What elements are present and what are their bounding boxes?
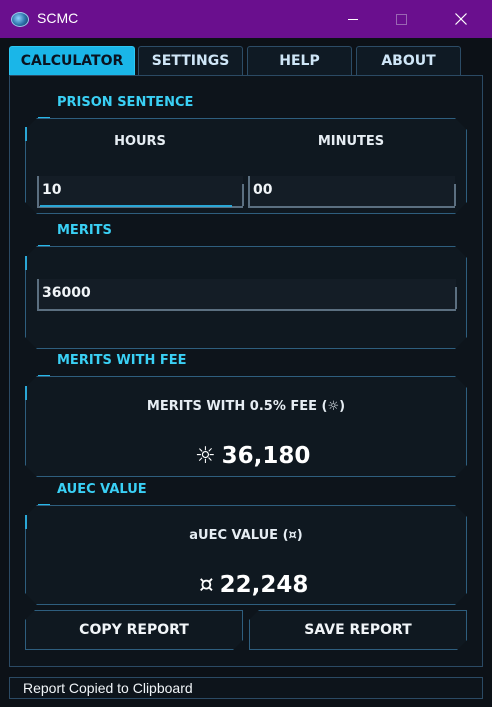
currency-icon: ¤ xyxy=(199,572,214,598)
window-title: SCMC xyxy=(37,10,79,26)
tab-help[interactable]: HELP xyxy=(247,46,352,75)
card-edge-accent xyxy=(25,256,27,270)
tab-calculator[interactable]: CALCULATOR xyxy=(9,46,135,75)
hours-label: HOURS xyxy=(114,134,166,149)
minutes-input-value: 00 xyxy=(253,182,273,198)
merits-input[interactable]: 36000 xyxy=(37,279,457,311)
minimize-icon xyxy=(348,18,358,20)
auec-value-label: AUEC VALUE xyxy=(57,482,147,497)
auec-amount: 22,248 xyxy=(219,572,309,598)
tab-settings[interactable]: SETTINGS xyxy=(138,46,243,75)
minutes-label: MINUTES xyxy=(317,134,385,149)
minutes-input[interactable]: 00 xyxy=(248,176,456,208)
merits-fee-heading: MERITS WITH 0.5% FEE (☼) xyxy=(146,399,346,414)
merits-label: MERITS xyxy=(57,223,112,238)
card-edge-accent xyxy=(25,127,27,141)
hours-input[interactable]: 10 xyxy=(37,176,244,208)
close-icon xyxy=(455,13,467,25)
merits-input-value: 36000 xyxy=(42,285,91,301)
copy-report-button[interactable]: COPY REPORT xyxy=(25,610,243,650)
hours-input-focus-bar xyxy=(40,205,232,207)
app-logo-icon xyxy=(11,12,29,27)
card-edge-accent xyxy=(25,515,27,529)
minimize-button[interactable] xyxy=(330,0,376,38)
sun-icon: ☼ xyxy=(195,443,216,469)
auec-value: ¤ 22,248 xyxy=(199,572,308,598)
card-edge-accent xyxy=(25,386,27,400)
title-bar: SCMC xyxy=(0,0,492,38)
maximize-button[interactable] xyxy=(378,0,424,38)
tab-about[interactable]: ABOUT xyxy=(356,46,461,75)
auec-heading: aUEC VALUE (¤) xyxy=(189,528,303,543)
merits-fee-amount: 36,180 xyxy=(221,443,311,469)
merits-fee-value: ☼ 36,180 xyxy=(195,443,310,469)
prison-sentence-label: PRISON SENTENCE xyxy=(57,95,194,110)
hours-input-value: 10 xyxy=(42,182,62,198)
merits-with-fee-label: MERITS WITH FEE xyxy=(57,353,187,368)
save-report-button[interactable]: SAVE REPORT xyxy=(249,610,467,650)
status-bar: Report Copied to Clipboard xyxy=(9,677,483,699)
close-button[interactable] xyxy=(438,0,484,38)
maximize-icon xyxy=(395,13,407,25)
